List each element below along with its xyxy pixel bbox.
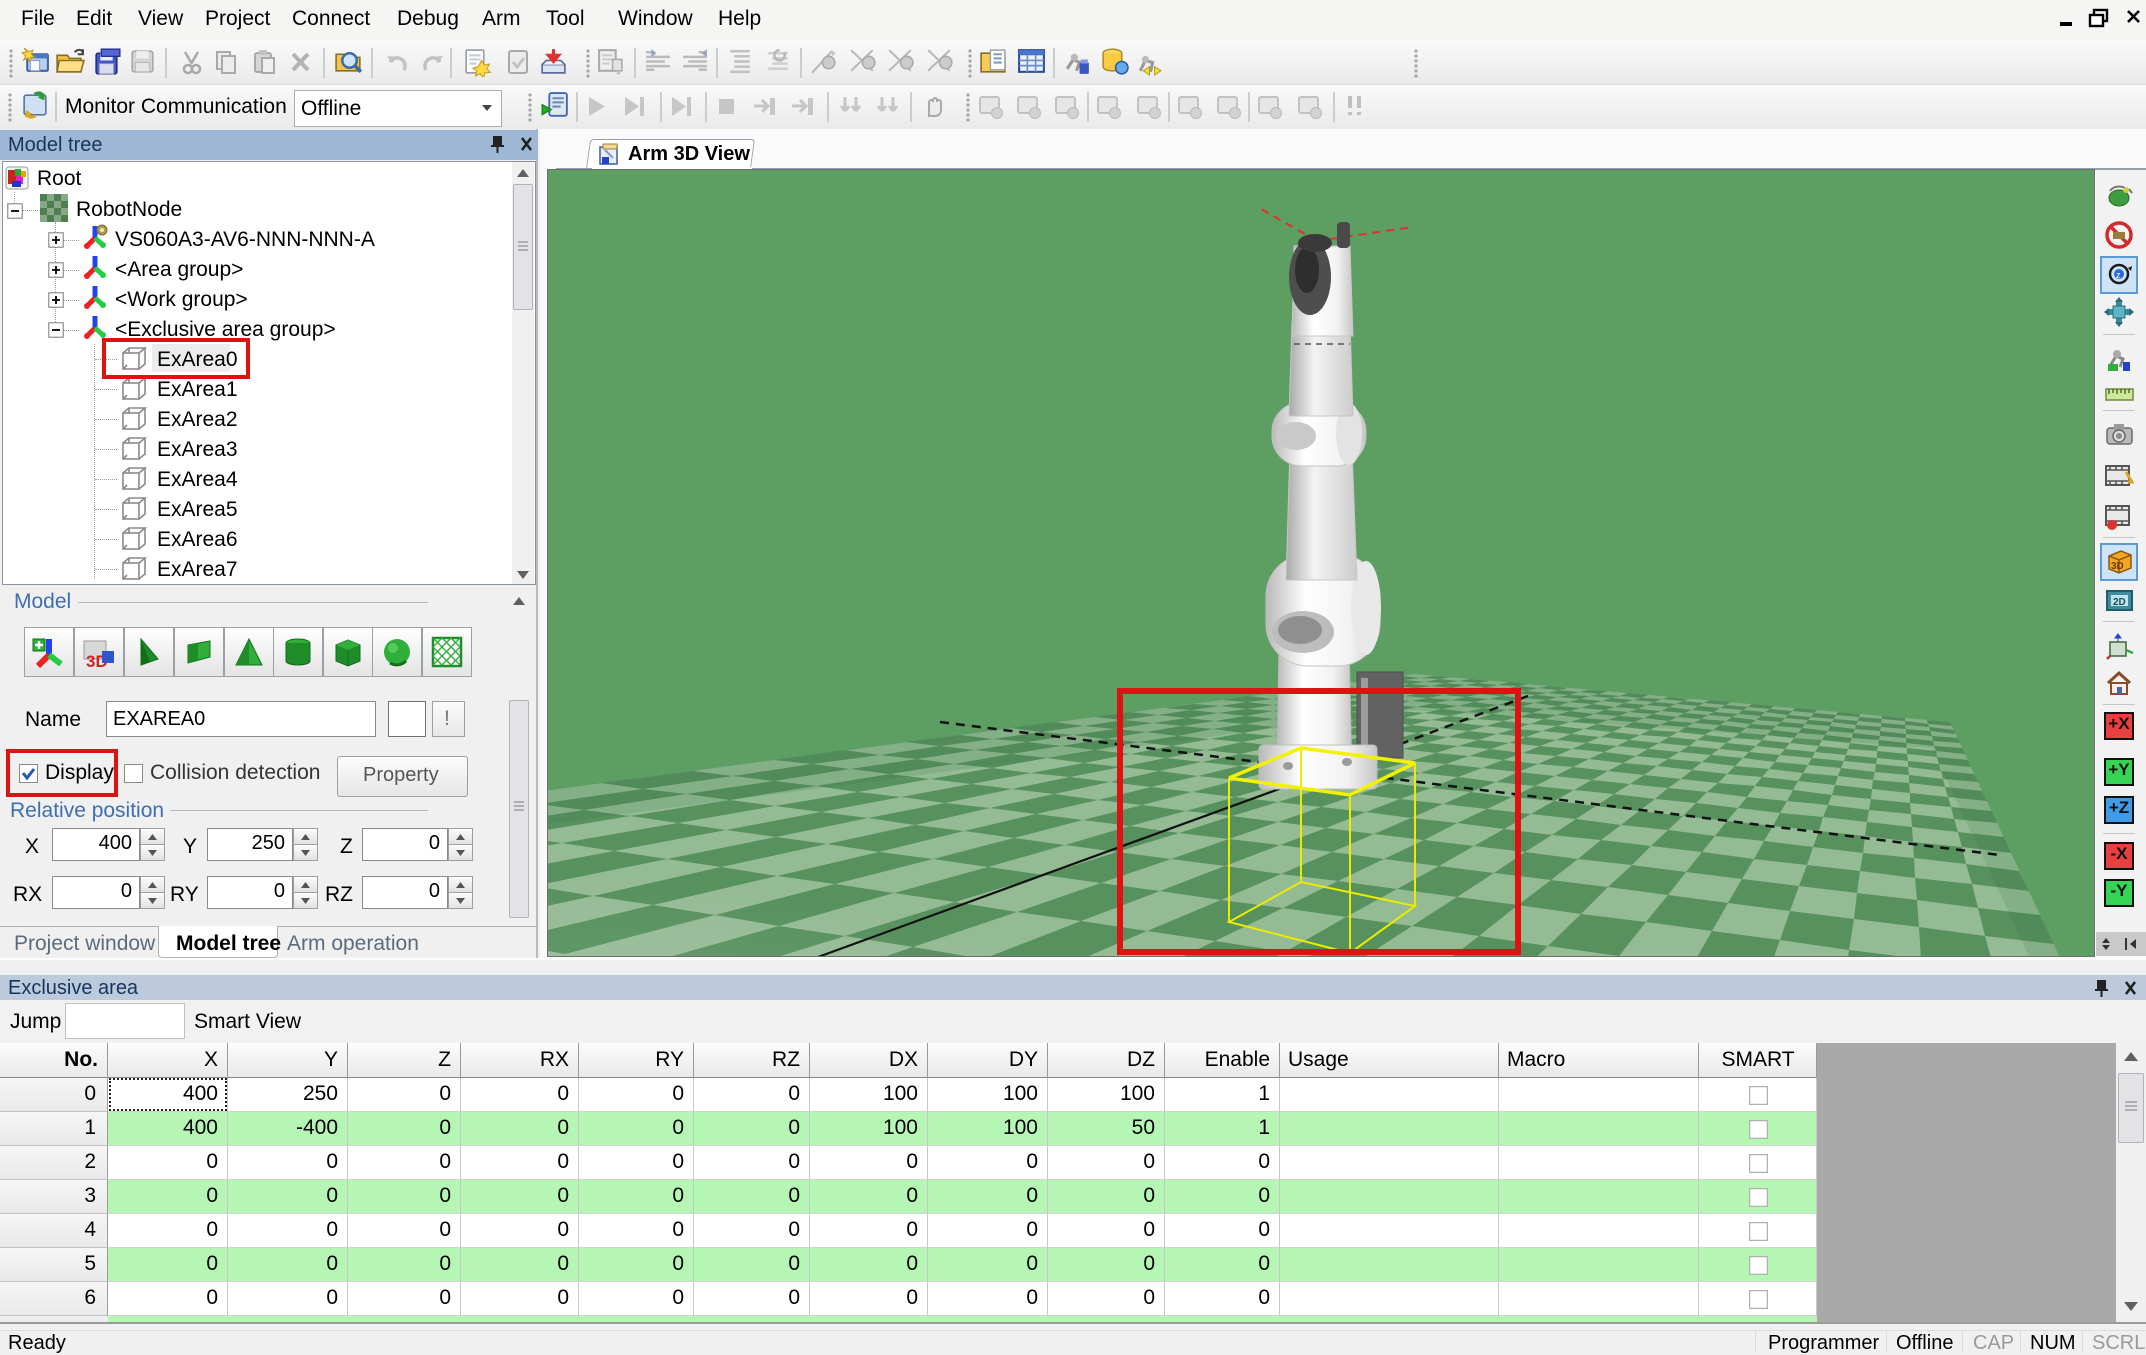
svg-text:z: z	[2116, 270, 2121, 280]
svg-text:2D: 2D	[2113, 597, 2126, 608]
svg-text:3D: 3D	[2111, 561, 2124, 572]
